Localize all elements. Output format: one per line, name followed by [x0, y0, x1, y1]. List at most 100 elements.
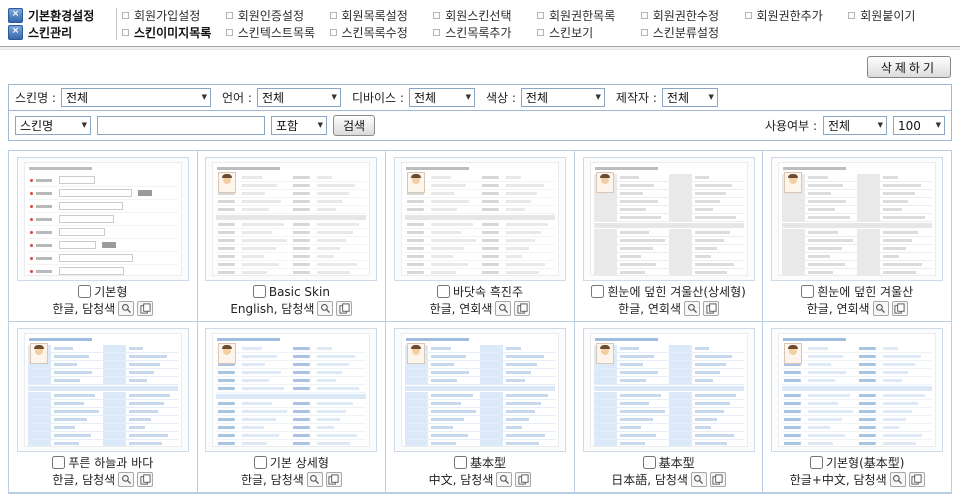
preview-zoom-button[interactable]: [873, 301, 889, 316]
bullet-icon: [745, 12, 752, 19]
filter-select-skin-name[interactable]: 전체: [61, 88, 211, 107]
copy-icon: [712, 474, 723, 485]
skin-thumbnail[interactable]: [17, 157, 189, 281]
skin-checkbox[interactable]: [254, 456, 267, 469]
magnifier-icon: [121, 303, 132, 314]
filter-label: 언어 :: [222, 89, 252, 106]
preview-zoom-button[interactable]: [317, 301, 333, 316]
copy-button[interactable]: [137, 472, 153, 487]
copy-button[interactable]: [909, 472, 925, 487]
filter-select-creator[interactable]: 전체: [662, 88, 718, 107]
skin-checkbox[interactable]: [810, 456, 823, 469]
toolbar: 삭제하기: [0, 50, 960, 84]
skin-thumbnail[interactable]: [394, 328, 566, 452]
skin-caption: 흰눈에 덮힌 겨울산(상세형): [575, 283, 763, 300]
skin-checkbox[interactable]: [801, 285, 814, 298]
skin-desc-label: 한글, 연회색: [807, 300, 870, 317]
skin-name-label: 基本型: [659, 454, 695, 471]
skin-checkbox[interactable]: [437, 285, 450, 298]
nav-menu-item[interactable]: 회원붙이기: [848, 7, 952, 24]
nav-column: 회원붙이기: [848, 7, 952, 41]
nav-menu-item[interactable]: 스킨분류설정: [641, 24, 745, 41]
filter-select-language[interactable]: 전체: [257, 88, 341, 107]
skin-thumbnail[interactable]: [583, 328, 755, 452]
search-button[interactable]: 검색: [333, 115, 375, 136]
skin-desc-label: 日本語, 담청색: [611, 471, 688, 488]
copy-button[interactable]: [892, 301, 908, 316]
nav-menu-item-label: 스킨이미지목록: [134, 24, 211, 41]
nav-menu-item[interactable]: 회원목록설정: [330, 7, 434, 24]
skin-desc-label: 한글+中文, 담청색: [790, 471, 887, 488]
nav-menu-item-label: 스킨목록수정: [342, 24, 408, 41]
preview-zoom-button[interactable]: [496, 472, 512, 487]
match-mode-select-wrap: 포함: [271, 116, 327, 135]
skin-card: 푸른 하늘과 바다한글, 담청색: [9, 322, 198, 493]
skin-thumbnail[interactable]: [771, 157, 943, 281]
preview-zoom-button[interactable]: [307, 472, 323, 487]
skin-thumbnail[interactable]: [17, 328, 189, 452]
nav-menu-item[interactable]: 회원권한추가: [745, 7, 849, 24]
copy-button[interactable]: [515, 472, 531, 487]
nav-item-skin-manage[interactable]: 스킨관리: [8, 24, 114, 41]
preview-zoom-button[interactable]: [684, 301, 700, 316]
nav-menu-item-label: 회원인증설정: [238, 7, 304, 24]
nav-menu-item[interactable]: 스킨보기: [537, 24, 641, 41]
match-mode-select[interactable]: 포함: [271, 116, 327, 135]
skin-checkbox[interactable]: [52, 456, 65, 469]
skin-grid: 기본형한글, 담청색Basic SkinEnglish, 담청색바닷속 흑진주한…: [8, 150, 952, 494]
search-keyword-input[interactable]: [97, 116, 265, 135]
copy-button[interactable]: [336, 301, 352, 316]
skin-checkbox[interactable]: [454, 456, 467, 469]
nav-item-basic-config[interactable]: 기본환경설정: [8, 7, 114, 24]
skin-checkbox[interactable]: [253, 285, 266, 298]
preview-zoom-button[interactable]: [691, 472, 707, 487]
skin-name-label: 푸른 하늘과 바다: [68, 454, 153, 471]
copy-button[interactable]: [703, 301, 719, 316]
skin-thumbnail[interactable]: [394, 157, 566, 281]
nav-menu-item[interactable]: 스킨텍스트목록: [226, 24, 330, 41]
usage-filter-select[interactable]: 전체: [823, 116, 887, 135]
skin-caption: 基本型: [575, 454, 763, 471]
copy-button[interactable]: [326, 472, 342, 487]
copy-button[interactable]: [137, 301, 153, 316]
bullet-icon: [848, 12, 855, 19]
nav-menu-item[interactable]: 회원가입설정: [122, 7, 226, 24]
nav-menu-item[interactable]: 회원스킨선택: [433, 7, 537, 24]
skin-desc-label: 한글, 담청색: [52, 300, 115, 317]
skin-thumbnail[interactable]: [771, 328, 943, 452]
filter-select-color[interactable]: 전체: [521, 88, 605, 107]
nav-menu-item[interactable]: 회원인증설정: [226, 7, 330, 24]
filter-select-device[interactable]: 전체: [409, 88, 475, 107]
nav-menu-item[interactable]: 회원권한수정: [641, 7, 745, 24]
filter-label: 제작자 :: [616, 89, 657, 106]
skin-checkbox[interactable]: [78, 285, 91, 298]
filter-bar-primary: 스킨명 :전체언어 :전체디바이스 :전체색상 :전체제작자 :전체: [8, 84, 952, 111]
search-field-select[interactable]: 스킨명: [15, 116, 91, 135]
filter-select-wrap: 전체: [409, 88, 475, 107]
skin-checkbox[interactable]: [643, 456, 656, 469]
preview-zoom-button[interactable]: [118, 301, 134, 316]
top-nav: 기본환경설정 스킨관리 회원가입설정스킨이미지목록 회원인증설정스킨텍스트목록 회원…: [0, 0, 960, 43]
copy-button[interactable]: [710, 472, 726, 487]
nav-menu-item-label: 스킨텍스트목록: [238, 24, 315, 41]
filter-label: 디바이스 :: [352, 89, 404, 106]
delete-button[interactable]: 삭제하기: [867, 56, 951, 78]
usage-group: 사용여부 : 전체 100: [759, 116, 945, 135]
preview-zoom-button[interactable]: [495, 301, 511, 316]
preview-zoom-button[interactable]: [890, 472, 906, 487]
preview-zoom-button[interactable]: [118, 472, 134, 487]
skin-meta: 한글+中文, 담청색: [763, 471, 951, 488]
skin-card: Basic SkinEnglish, 담청색: [198, 151, 387, 322]
page-size-select[interactable]: 100: [893, 116, 945, 135]
skin-thumbnail[interactable]: [205, 157, 377, 281]
skin-thumbnail[interactable]: [583, 157, 755, 281]
nav-menu-item[interactable]: 스킨목록수정: [330, 24, 434, 41]
nav-menu-item[interactable]: 스킨목록추가: [433, 24, 537, 41]
nav-menu-item[interactable]: 회원권한목록: [537, 7, 641, 24]
filter-select-wrap: 전체: [61, 88, 211, 107]
skin-thumbnail[interactable]: [205, 328, 377, 452]
copy-button[interactable]: [514, 301, 530, 316]
skin-checkbox[interactable]: [591, 285, 604, 298]
skin-name-label: 基本型: [470, 454, 506, 471]
nav-menu-item[interactable]: 스킨이미지목록: [122, 24, 226, 41]
